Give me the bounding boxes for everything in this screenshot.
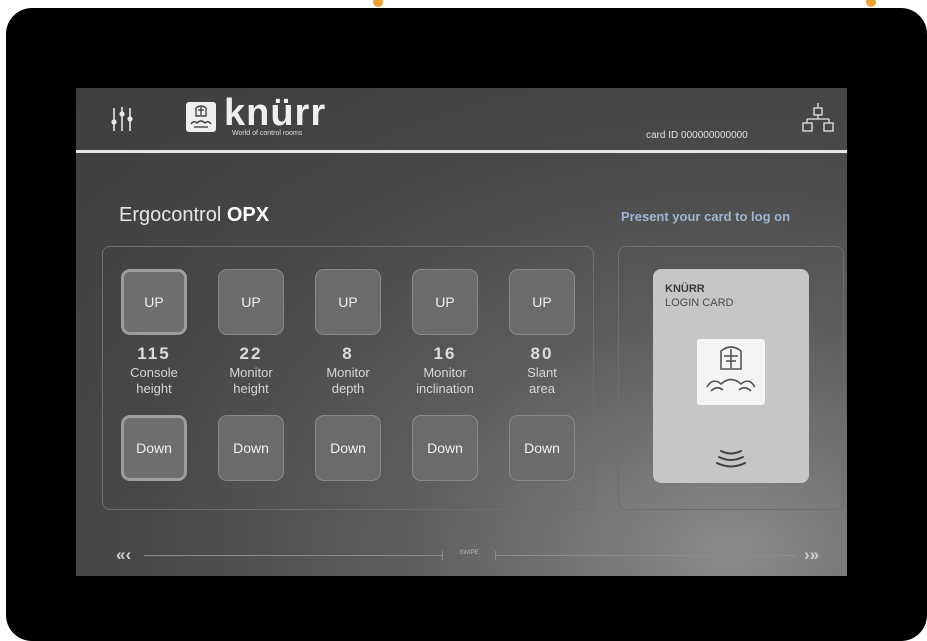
double-chevron-right-icon[interactable]: ›» xyxy=(804,545,819,565)
monitor-inclination-label-line1: Monitor xyxy=(423,365,467,380)
console-height-down-button[interactable]: Down xyxy=(121,415,187,481)
slant-area-down-button[interactable]: Down xyxy=(509,415,575,481)
console-height-value: 115 xyxy=(137,344,171,363)
console-height-label: Console height xyxy=(109,365,199,397)
knight-emblem-icon xyxy=(697,339,765,405)
console-height-up-button[interactable]: UP xyxy=(121,269,187,335)
knight-logo-icon xyxy=(186,102,216,132)
device-indicator-right xyxy=(866,0,876,7)
login-prompt: Present your card to log on xyxy=(621,209,791,224)
console-height-label-line1: Console xyxy=(130,365,178,380)
monitor-height-down-button[interactable]: Down xyxy=(218,415,284,481)
network-icon[interactable] xyxy=(802,101,834,140)
monitor-inclination-label: Monitor inclination xyxy=(400,365,490,397)
brand-tagline: World of control rooms xyxy=(232,130,303,137)
monitor-height-label-line2: height xyxy=(233,381,269,396)
swipe-track-left xyxy=(144,555,442,556)
login-card-panel: KNÜRR LOGIN CARD xyxy=(618,246,844,510)
swipe-track-right xyxy=(496,555,796,556)
double-chevron-left-icon[interactable]: «‹ xyxy=(116,545,131,565)
card-id-label: card ID 000000000000 xyxy=(646,130,748,141)
monitor-inclination-label-line2: inclination xyxy=(416,381,474,396)
monitor-depth-up-button[interactable]: UP xyxy=(315,269,381,335)
monitor-inclination-down-button[interactable]: Down xyxy=(412,415,478,481)
monitor-height-label: Monitor height xyxy=(206,365,296,397)
header-divider xyxy=(76,150,847,153)
contactless-icon xyxy=(716,447,746,476)
console-height-label-line2: height xyxy=(136,381,172,396)
slant-area-label-line1: Slant xyxy=(527,365,557,380)
login-card: KNÜRR LOGIN CARD xyxy=(653,269,809,483)
swipe-label: SWIPE xyxy=(459,550,479,556)
header-bar: knürr World of control rooms card ID 000… xyxy=(76,88,847,150)
device-indicator-left xyxy=(373,0,383,7)
slant-area-value: 80 xyxy=(530,344,554,363)
login-card-subtitle: LOGIN CARD xyxy=(665,297,734,309)
page-title-model: OPX xyxy=(226,204,270,226)
slant-area-label-line2: area xyxy=(528,381,556,396)
monitor-depth-label-line1: Monitor xyxy=(326,365,370,380)
touch-screen: knürr World of control rooms card ID 000… xyxy=(76,88,847,576)
monitor-inclination-value: 16 xyxy=(433,344,457,363)
swipe-tick-left xyxy=(442,551,443,560)
login-card-title: KNÜRR xyxy=(665,283,705,295)
monitor-depth-value: 8 xyxy=(342,344,354,363)
slant-area-label: Slant area xyxy=(497,365,587,397)
page-title-prefix: Ergocontrol xyxy=(119,204,222,226)
page-title: Ergocontrol OPX xyxy=(119,204,269,227)
brand-name: knürr xyxy=(224,92,327,134)
monitor-depth-down-button[interactable]: Down xyxy=(315,415,381,481)
monitor-inclination-up-button[interactable]: UP xyxy=(412,269,478,335)
monitor-height-up-button[interactable]: UP xyxy=(218,269,284,335)
monitor-depth-label-line2: depth xyxy=(331,381,365,396)
sliders-icon[interactable] xyxy=(110,104,134,139)
swipe-bar[interactable]: «‹ SWIPE ›» xyxy=(76,543,847,567)
monitor-depth-label: Monitor depth xyxy=(303,365,393,397)
slant-area-up-button[interactable]: UP xyxy=(509,269,575,335)
monitor-height-value: 22 xyxy=(239,344,263,363)
controls-panel: UP 115 Console height Down UP 22 Monitor… xyxy=(102,246,594,510)
monitor-height-label-line1: Monitor xyxy=(229,365,273,380)
